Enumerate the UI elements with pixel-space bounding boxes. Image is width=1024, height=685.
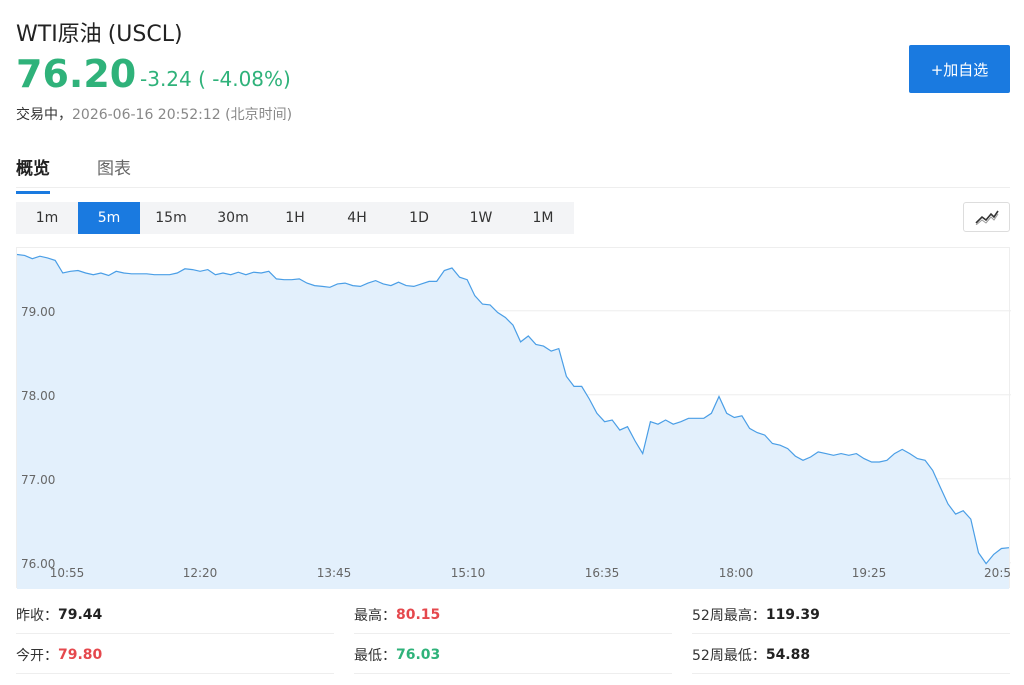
period-30m[interactable]: 30m [202,202,264,234]
stat-label: 最低： [354,647,396,664]
stat-label: 最高： [354,607,396,624]
status-text: 交易中， [16,107,72,123]
y-tick-label: 79.00 [21,305,55,319]
chart-type-button[interactable] [963,202,1010,232]
period-selector: 1m 5m 15m 30m 1H 4H 1D 1W 1M [16,202,574,234]
x-tick-label: 19:25 [852,566,887,580]
period-1w[interactable]: 1W [450,202,512,234]
tab-overview[interactable]: 概览 [16,154,50,194]
stat-value: 76.03 [396,646,441,663]
instrument-title: WTI原油 (USCL) [16,16,183,48]
period-15m[interactable]: 15m [140,202,202,234]
period-1h[interactable]: 1H [264,202,326,234]
y-tick-label: 77.00 [21,473,55,487]
stat-value: 80.15 [396,606,441,623]
stat-value: 119.39 [765,606,820,623]
tab-chart[interactable]: 图表 [97,154,131,191]
stat-label: 今开： [16,647,58,664]
add-watchlist-button[interactable]: +加自选 [909,45,1010,93]
price-area [17,254,1009,589]
trading-status: 交易中，2026-06-16 20:52:12 (北京时间) [16,104,292,124]
period-5m[interactable]: 5m [78,202,140,234]
x-tick-label: 12:20 [183,566,218,580]
x-tick-label: 10:55 [50,566,85,580]
period-1mo[interactable]: 1M [512,202,574,234]
x-tick-label: 13:45 [317,566,352,580]
period-4h[interactable]: 4H [326,202,388,234]
x-tick-label: 16:35 [585,566,620,580]
y-tick-label: 78.00 [21,389,55,403]
stat-high: 最高： 80.15 [354,596,672,634]
price-chart-svg: 76.0077.0078.0079.0010:55 12:20 13:45 15:10… [17,253,1011,589]
period-1m[interactable]: 1m [16,202,78,234]
stat-open: 今开： 79.80 [16,636,334,674]
stat-label: 52周最高： [692,607,766,624]
stat-prev-close: 昨收： 79.44 [16,596,334,634]
last-price: 76.20 [16,52,137,96]
stat-52w-low: 52周最低： 54.88 [692,636,1010,674]
status-timestamp: 2026-06-16 20:52:12 (北京时间) [72,107,293,123]
stat-label: 昨收： [16,607,58,624]
x-tick-label: 18:00 [719,566,754,580]
stat-52w-high: 52周最高： 119.39 [692,596,1010,634]
x-tick-label: 15:10 [451,566,486,580]
stat-label: 52周最低： [692,647,766,664]
instrument-code: (USCL) [107,22,183,47]
x-tick-label: 20:5 [984,566,1011,580]
price-change: -3.24 ( -4.08%) [140,67,291,91]
stat-value: 54.88 [765,646,811,663]
stat-value: 79.80 [58,646,103,663]
instrument-name: WTI原油 [16,22,102,47]
price-chart[interactable]: 76.00 77.00 78.00 79.00 10:55 12:20 13:45 15:10… [16,247,1011,589]
view-tabs: 概览 图表 [16,150,1010,194]
stat-low: 最低： 76.03 [354,636,672,674]
stat-value: 79.44 [58,606,103,623]
line-chart-icon [974,210,999,225]
period-1d[interactable]: 1D [388,202,450,234]
